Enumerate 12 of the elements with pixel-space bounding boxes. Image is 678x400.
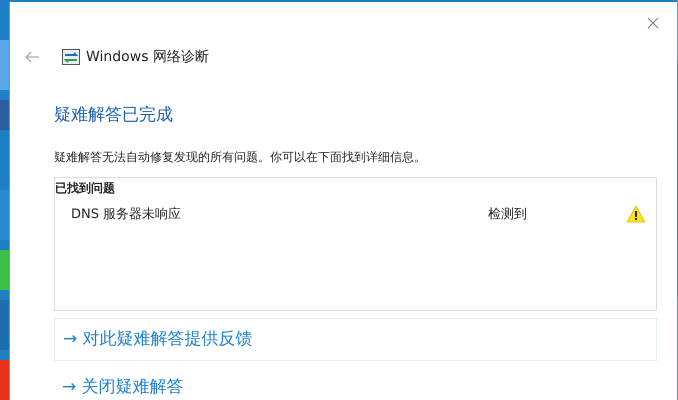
problems-header: 已找到问题 <box>55 180 116 196</box>
link[interactable]: → 关闭疑难解答 <box>54 376 184 398</box>
warning-icon <box>626 205 646 223</box>
network-diagnostics-icon <box>62 49 80 65</box>
description: 疑难解答无法自动修复发现的所有问题。你可以在下面找到详细信息。 <box>54 149 427 165</box>
close-icon[interactable] <box>647 17 659 29</box>
window-title: Windows 网络诊断 <box>86 48 209 66</box>
link[interactable]: → 对此疑难解答提供反馈 <box>54 318 657 361</box>
problem-name: DNS 服务器未响应 <box>71 206 182 223</box>
problem-status: 检测到 <box>488 206 528 223</box>
heading: 疑难解答已完成 <box>54 104 174 126</box>
back-arrow-icon[interactable] <box>24 51 40 63</box>
